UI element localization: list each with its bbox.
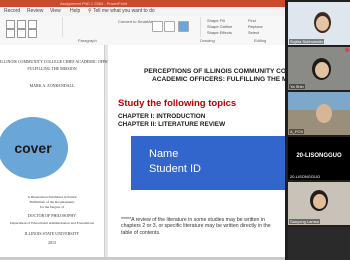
- convert-smartart-button[interactable]: Convert to SmartArt: [118, 19, 153, 24]
- paragraph-group-label: Paragraph: [78, 38, 97, 43]
- editing-group-label: Editing: [254, 38, 267, 43]
- chapter1-text: CHAPTER I: INTRODUCTION: [118, 113, 206, 120]
- fine-print-line1: A Dissertation Submitted in Partial: [27, 195, 77, 199]
- department-text: Department of Educational Administration…: [10, 221, 94, 225]
- participant-tile-4[interactable]: 20-LISONGGUO 20-LISONGGUO: [288, 137, 350, 180]
- participant-face: [316, 16, 329, 31]
- shape-outline-button[interactable]: Shape Outline: [207, 24, 232, 29]
- empty-tile: [288, 227, 350, 260]
- year-text: 2013: [48, 240, 56, 245]
- dissertation-title-line2: FULFILLING THE MISSION: [27, 66, 77, 71]
- fine-print-line3: for the Degree of: [39, 205, 64, 209]
- cover-label: cover: [14, 140, 52, 156]
- title-bar: Assignment PhD 1 2564 - PowerPoint: [0, 0, 285, 7]
- indent-icon[interactable]: [28, 20, 37, 29]
- fine-print-line2: Fulfillment of the Requirements: [29, 200, 75, 204]
- slide-canvas: ILLINOIS COMMUNITY COLLEGE CHIEF ACADEMI…: [0, 45, 310, 258]
- tell-me-search[interactable]: ⚲ Tell me what you want to do: [88, 8, 155, 15]
- literature-note: *****A review of the literature in some …: [121, 217, 271, 236]
- drawing-group: [150, 17, 201, 37]
- slide-title-line1: PERCEPTIONS OF ILLINOIS COMMUNITY COLLEG…: [144, 68, 308, 75]
- quick-styles-icon[interactable]: [178, 21, 189, 32]
- participant-face: [315, 62, 329, 78]
- participant-big-label: 20-LISONGGUO: [296, 153, 342, 159]
- participant-name-5: Sanyong Lamsa: [289, 219, 320, 224]
- bullets-icon[interactable]: [6, 20, 15, 29]
- select-button[interactable]: Select: [248, 30, 259, 35]
- menu-view[interactable]: View: [50, 8, 61, 15]
- degree-text: DOCTOR OF PHILOSOPHY: [27, 213, 77, 218]
- menu-review[interactable]: Review: [27, 8, 43, 15]
- study-heading: Study the following topics: [118, 98, 237, 109]
- video-participants-panel: Sujitra Sukhumvito Ya Shin A_FOX 20-LISO…: [285, 0, 350, 260]
- align-right-icon[interactable]: [28, 29, 37, 38]
- shape-fill-button[interactable]: Shape Fill: [207, 18, 225, 23]
- chapter2-text: CHAPTER II: LITERATURE REVIEW: [118, 121, 226, 128]
- participant-tile-2[interactable]: Ya Shin: [288, 47, 350, 90]
- dissertation-author: MARK A. ZONKENDALL: [29, 83, 75, 88]
- find-button[interactable]: Find: [248, 18, 256, 23]
- muted-mic-icon: [345, 48, 349, 52]
- menu-help[interactable]: Help: [70, 8, 80, 15]
- university-text: ILLINOIS STATE UNIVERSITY: [24, 231, 80, 236]
- dissertation-cover-page: ILLINOIS COMMUNITY COLLEGE CHIEF ACADEMI…: [0, 45, 118, 258]
- participant-name-2: Ya Shin: [289, 84, 305, 89]
- participant-name-1: Sujitra Sukhumvito: [289, 39, 325, 44]
- shape-effects-button[interactable]: Shape Effects: [207, 30, 232, 35]
- tell-me-label: Tell me what you want to do: [92, 8, 155, 14]
- participant-face: [313, 194, 326, 209]
- participant-tile-5[interactable]: Sanyong Lamsa: [288, 182, 350, 225]
- replace-button[interactable]: Replace: [248, 24, 263, 29]
- participant-name-4: 20-LISONGGUO: [289, 174, 322, 179]
- name-student-id-box[interactable]: Name Student ID: [131, 136, 285, 190]
- participant-tile-3[interactable]: A_FOX: [288, 92, 350, 135]
- student-id-label: Student ID: [149, 163, 201, 175]
- name-label: Name: [149, 148, 179, 160]
- align-center-icon[interactable]: [17, 29, 26, 38]
- numbering-icon[interactable]: [17, 20, 26, 29]
- shapes-gallery-icon[interactable]: [152, 21, 163, 32]
- paragraph-group: [2, 17, 63, 38]
- drawing-group-label: Drawing: [200, 38, 215, 43]
- dissertation-title-line1: ILLINOIS COMMUNITY COLLEGE CHIEF ACADEMI…: [0, 59, 118, 64]
- participant-name-3: A_FOX: [289, 129, 305, 134]
- participant-tile-1[interactable]: Sujitra Sukhumvito: [288, 2, 350, 45]
- window-title: Assignment PhD 1 2564 - PowerPoint: [60, 1, 128, 6]
- participant-face: [316, 104, 332, 123]
- menu-record[interactable]: Record: [4, 8, 20, 15]
- main-slide[interactable]: PERCEPTIONS OF ILLINOIS COMMUNITY COLLEG…: [108, 45, 310, 258]
- ribbon: Paragraph Convert to SmartArt Drawing Sh…: [0, 16, 285, 46]
- arrange-icon[interactable]: [164, 21, 175, 32]
- align-left-icon[interactable]: [6, 29, 15, 38]
- cover-circle[interactable]: cover: [0, 117, 68, 179]
